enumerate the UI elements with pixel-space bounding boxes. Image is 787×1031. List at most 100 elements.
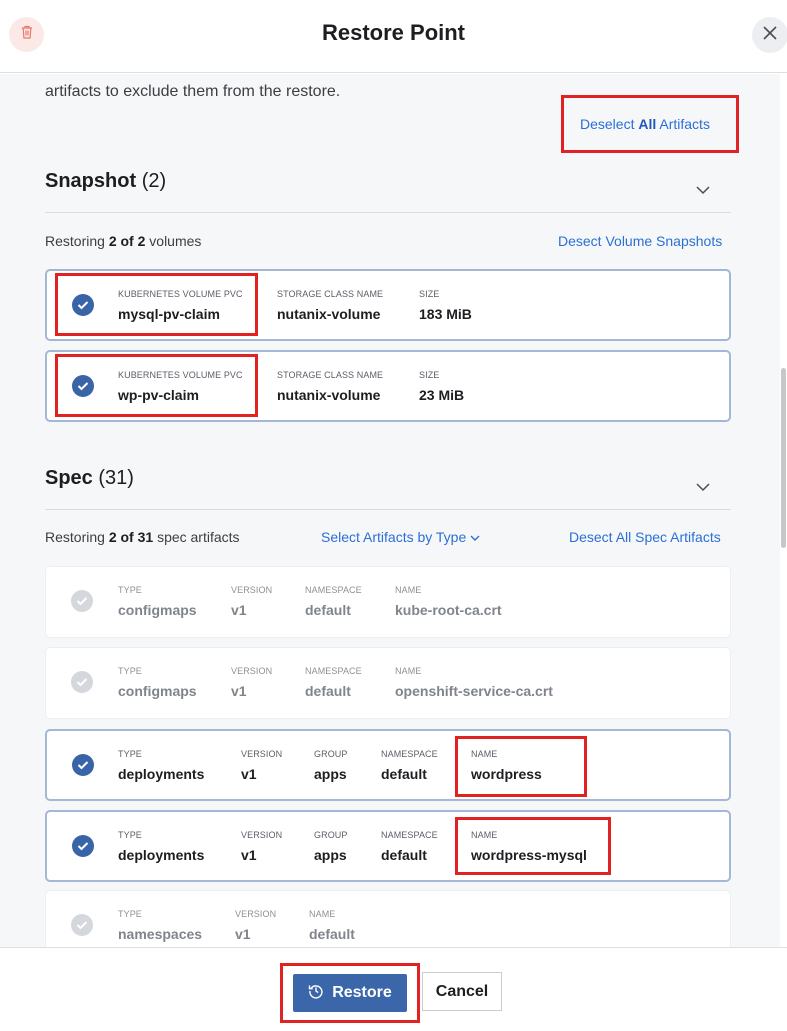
version-column: VERSION v1 xyxy=(241,830,282,864)
name-column: NAME wordpress-mysql xyxy=(471,830,587,864)
checkmark-icon[interactable] xyxy=(72,835,94,857)
restore-button-label: Restore xyxy=(332,984,392,1001)
column-label: NAME xyxy=(471,749,498,759)
storage-class-column: STORAGE CLASS NAME nutanix-volume xyxy=(277,289,383,323)
checkmark-icon[interactable] xyxy=(72,375,94,397)
namespace-column: NAMESPACE default xyxy=(305,666,362,700)
cancel-button[interactable]: Cancel xyxy=(422,972,502,1011)
column-value: 23 MiB xyxy=(419,387,465,403)
column-value: openshift-service-ca.crt xyxy=(395,683,553,699)
namespace-column: NAMESPACE default xyxy=(305,585,362,619)
spec-card[interactable]: TYPE configmaps VERSION v1 NAMESPACE def… xyxy=(45,566,731,638)
column-label: SIZE xyxy=(419,370,440,380)
column-label: GROUP xyxy=(314,749,348,759)
checkmark-icon[interactable] xyxy=(71,590,93,612)
checkmark-icon[interactable] xyxy=(71,914,93,936)
column-label: TYPE xyxy=(118,585,142,595)
column-label: SIZE xyxy=(419,289,440,299)
spec-section-title: Spec (31) xyxy=(45,467,134,490)
spec-card[interactable]: TYPE namespaces VERSION v1 NAME default xyxy=(45,890,731,947)
column-label: VERSION xyxy=(231,585,273,595)
version-column: VERSION v1 xyxy=(231,666,272,700)
name-column: NAME default xyxy=(309,909,355,943)
spec-card[interactable]: TYPE deployments VERSION v1 GROUP apps N… xyxy=(45,729,731,801)
pvc-column: KUBERNETES VOLUME PVC mysql-pv-claim xyxy=(118,289,243,323)
checkmark-icon[interactable] xyxy=(72,294,94,316)
column-label: NAMESPACE xyxy=(305,585,362,595)
scrollbar-thumb[interactable] xyxy=(781,368,786,548)
snapshot-restoring-status: Restoring 2 of 2 volumes xyxy=(45,233,201,249)
column-value: default xyxy=(381,847,427,863)
spec-count: (31) xyxy=(98,467,134,489)
column-label: VERSION xyxy=(235,909,277,919)
column-label: KUBERNETES VOLUME PVC xyxy=(118,289,243,299)
snapshot-count: (2) xyxy=(141,170,167,192)
column-value: mysql-pv-claim xyxy=(118,306,220,322)
type-column: TYPE configmaps xyxy=(118,585,197,619)
size-column: SIZE 23 MiB xyxy=(419,370,464,404)
close-button[interactable] xyxy=(752,17,787,53)
column-value: default xyxy=(381,766,427,782)
snapshot-restoring-suffix: volumes xyxy=(149,233,202,249)
restore-icon xyxy=(308,983,324,1004)
column-label: NAME xyxy=(395,585,422,595)
spec-card[interactable]: TYPE configmaps VERSION v1 NAMESPACE def… xyxy=(45,647,731,719)
scrollbar[interactable] xyxy=(780,74,787,947)
spec-divider xyxy=(45,509,731,510)
column-value: default xyxy=(309,926,355,942)
column-value: default xyxy=(305,683,351,699)
column-label: NAMESPACE xyxy=(381,830,438,840)
column-label: NAME xyxy=(395,666,422,676)
version-column: VERSION v1 xyxy=(241,749,282,783)
pvc-column: KUBERNETES VOLUME PVC wp-pv-claim xyxy=(118,370,243,404)
type-column: TYPE namespaces xyxy=(118,909,202,943)
snapshot-card[interactable]: KUBERNETES VOLUME PVC wp-pv-claim STORAG… xyxy=(45,350,731,422)
column-value: wp-pv-claim xyxy=(118,387,199,403)
deselect-all-artifacts-link[interactable]: Deselect All Artifacts xyxy=(580,116,710,132)
select-artifacts-by-type-dropdown[interactable]: Select Artifacts by Type xyxy=(321,529,480,545)
version-column: VERSION v1 xyxy=(235,909,276,943)
spec-title: Spec xyxy=(45,467,93,489)
size-column: SIZE 183 MiB xyxy=(419,289,472,323)
column-value: v1 xyxy=(241,847,257,863)
column-label: TYPE xyxy=(118,666,142,676)
column-label: NAMESPACE xyxy=(305,666,362,676)
group-column: GROUP apps xyxy=(314,749,348,783)
column-value: namespaces xyxy=(118,926,203,942)
column-label: VERSION xyxy=(241,830,283,840)
column-label: VERSION xyxy=(231,666,273,676)
intro-text: artifacts to exclude them from the resto… xyxy=(45,83,341,100)
column-value: default xyxy=(305,602,351,618)
select-by-type-label: Select Artifacts by Type xyxy=(321,529,467,545)
deselect-all-prefix: Deselect xyxy=(580,116,635,132)
type-column: TYPE deployments xyxy=(118,830,204,864)
deselect-volume-snapshots-link[interactable]: Desect Volume Snapshots xyxy=(558,233,722,249)
chevron-down-icon[interactable] xyxy=(695,182,711,195)
name-column: NAME openshift-service-ca.crt xyxy=(395,666,553,700)
name-column: NAME kube-root-ca.crt xyxy=(395,585,502,619)
spec-restoring-suffix: spec artifacts xyxy=(157,529,240,545)
column-label: TYPE xyxy=(118,830,142,840)
restore-button[interactable]: Restore xyxy=(293,974,407,1012)
column-value: nutanix-volume xyxy=(277,306,381,322)
column-value: deployments xyxy=(118,766,205,782)
column-label: TYPE xyxy=(118,909,142,919)
column-value: configmaps xyxy=(118,683,197,699)
version-column: VERSION v1 xyxy=(231,585,272,619)
snapshot-section-title: Snapshot (2) xyxy=(45,170,166,193)
snapshot-card[interactable]: KUBERNETES VOLUME PVC mysql-pv-claim STO… xyxy=(45,269,731,341)
snapshot-divider xyxy=(45,212,731,213)
type-column: TYPE deployments xyxy=(118,749,204,783)
checkmark-icon[interactable] xyxy=(71,671,93,693)
dialog-header: Restore Point xyxy=(0,0,787,73)
column-value: kube-root-ca.crt xyxy=(395,602,502,618)
column-value: apps xyxy=(314,766,347,782)
checkmark-icon[interactable] xyxy=(72,754,94,776)
column-label: NAMESPACE xyxy=(381,749,438,759)
chevron-down-icon xyxy=(470,529,480,545)
deselect-all-spec-artifacts-link[interactable]: Desect All Spec Artifacts xyxy=(569,529,721,545)
spec-card[interactable]: TYPE deployments VERSION v1 GROUP apps N… xyxy=(45,810,731,882)
namespace-column: NAMESPACE default xyxy=(381,749,438,783)
spec-restoring-count: 2 of 31 xyxy=(108,529,154,545)
chevron-down-icon[interactable] xyxy=(695,479,711,492)
